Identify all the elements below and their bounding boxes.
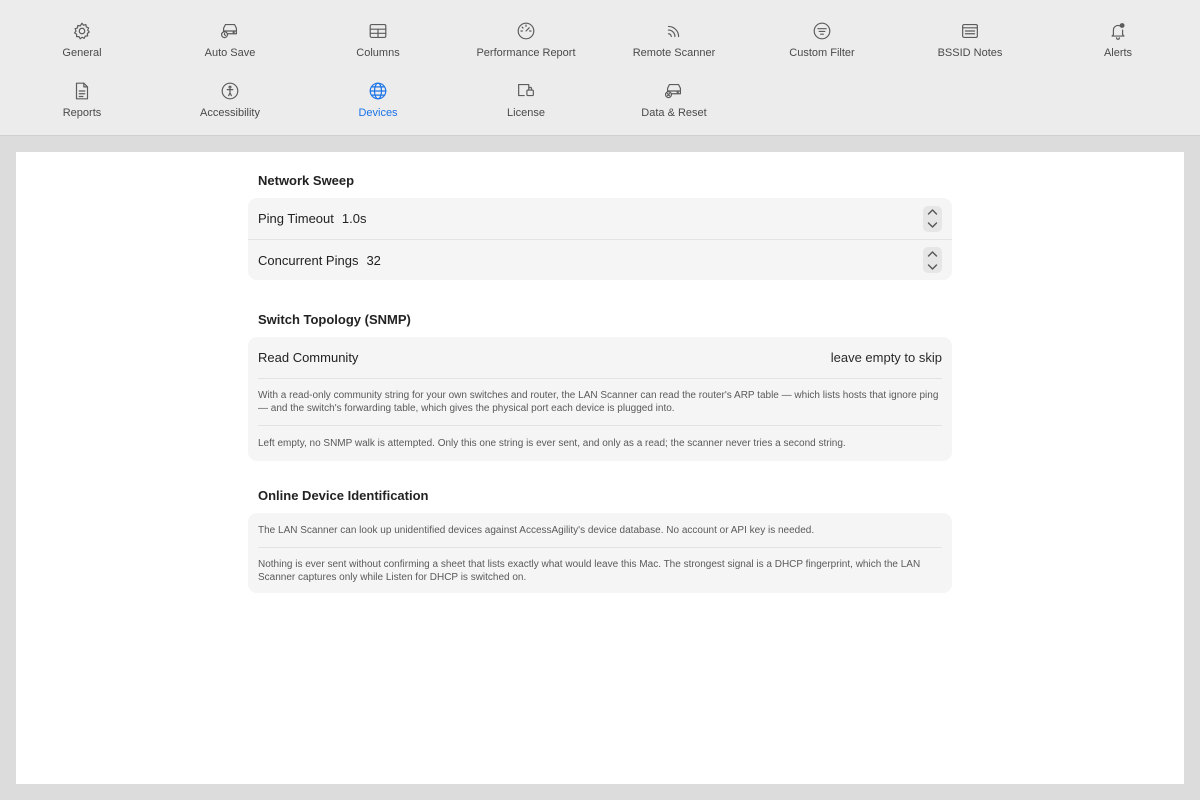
tab-label: Columns — [356, 47, 400, 59]
concurrent-pings-value: 32 — [366, 252, 381, 268]
snmp-group: Read Community With a read-only communit… — [248, 337, 952, 461]
drive-x-icon — [661, 78, 687, 104]
tab-label: General — [62, 47, 102, 59]
section-title-identification: Online Device Identification — [258, 488, 429, 503]
ping-timeout-value: 1.0s — [341, 211, 367, 226]
tab-label: Devices — [358, 107, 398, 119]
tab-accessibility[interactable]: Accessibility — [156, 78, 304, 119]
preferences-toolbar: General Auto Save Columns Performance Re… — [0, 0, 1200, 136]
section-title-snmp: Switch Topology (SNMP) — [258, 312, 411, 327]
tab-alerts[interactable]: Alerts — [1044, 18, 1192, 59]
tab-label: Custom Filter — [789, 47, 855, 59]
drive-clock-icon — [217, 18, 243, 44]
tab-label: Data & Reset — [641, 107, 707, 119]
tab-data-reset[interactable]: Data & Reset — [600, 78, 748, 119]
identification-note-privacy: Nothing is ever sent without confirming … — [258, 559, 921, 583]
chevron-down-icon[interactable] — [927, 221, 938, 229]
table-icon — [365, 18, 391, 44]
tab-label: Reports — [62, 107, 102, 119]
notes-icon — [957, 18, 983, 44]
rss-icon — [661, 18, 687, 44]
tab-label: Auto Save — [204, 47, 256, 59]
tab-label: Alerts — [1103, 47, 1133, 59]
settings-pane: Network Sweep Ping Timeout 1.0s Concurre… — [16, 152, 1184, 784]
gauge-icon — [513, 18, 539, 44]
tab-reports[interactable]: Reports — [8, 78, 156, 119]
tab-label: Remote Scanner — [632, 47, 716, 59]
tab-general[interactable]: General — [8, 18, 156, 59]
tab-auto-save[interactable]: Auto Save — [156, 18, 304, 59]
read-community-row: Read Community — [248, 337, 952, 378]
tab-remote-scanner[interactable]: Remote Scanner — [600, 18, 748, 59]
tab-bssid-notes[interactable]: BSSID Notes — [896, 18, 1044, 59]
concurrent-pings-label: Concurrent Pings — [258, 252, 359, 268]
snmp-note-empty: Left empty, no SNMP walk is attempted. O… — [258, 438, 846, 449]
tab-label: Performance Report — [476, 47, 576, 59]
concurrent-pings-row: Concurrent Pings 32 — [248, 239, 952, 280]
tab-custom-filter[interactable]: Custom Filter — [748, 18, 896, 59]
tab-license[interactable]: License — [452, 78, 600, 119]
ping-timeout-stepper[interactable] — [923, 205, 942, 232]
gear-icon — [69, 18, 95, 44]
ping-timeout-label: Ping Timeout — [258, 211, 334, 226]
chevron-up-icon[interactable] — [927, 208, 938, 216]
tab-performance-report[interactable]: Performance Report — [452, 18, 600, 59]
tab-devices[interactable]: Devices — [304, 78, 452, 119]
tab-columns[interactable]: Columns — [304, 18, 452, 59]
identification-group: The LAN Scanner can look up unidentified… — [248, 513, 952, 593]
license-icon — [513, 78, 539, 104]
section-title-network-sweep: Network Sweep — [258, 173, 355, 188]
accessibility-icon — [217, 78, 243, 104]
tab-label: BSSID Notes — [937, 47, 1003, 59]
identification-note-lookup: The LAN Scanner can look up unidentified… — [258, 525, 815, 536]
network-sweep-group: Ping Timeout 1.0s Concurrent Pings 32 — [248, 198, 952, 280]
bell-icon — [1105, 18, 1131, 44]
snmp-note-arp: With a read-only community string for yo… — [258, 390, 939, 414]
read-community-input[interactable] — [642, 350, 942, 365]
chevron-up-icon[interactable] — [927, 250, 938, 258]
chevron-down-icon[interactable] — [927, 263, 938, 271]
ping-timeout-row: Ping Timeout 1.0s — [248, 198, 952, 239]
filter-circle-icon — [809, 18, 835, 44]
concurrent-pings-stepper[interactable] — [923, 247, 942, 273]
tab-label: Accessibility — [200, 107, 260, 119]
document-icon — [69, 78, 95, 104]
tab-label: License — [507, 107, 545, 119]
globe-icon — [365, 78, 391, 104]
read-community-label: Read Community — [258, 350, 359, 365]
